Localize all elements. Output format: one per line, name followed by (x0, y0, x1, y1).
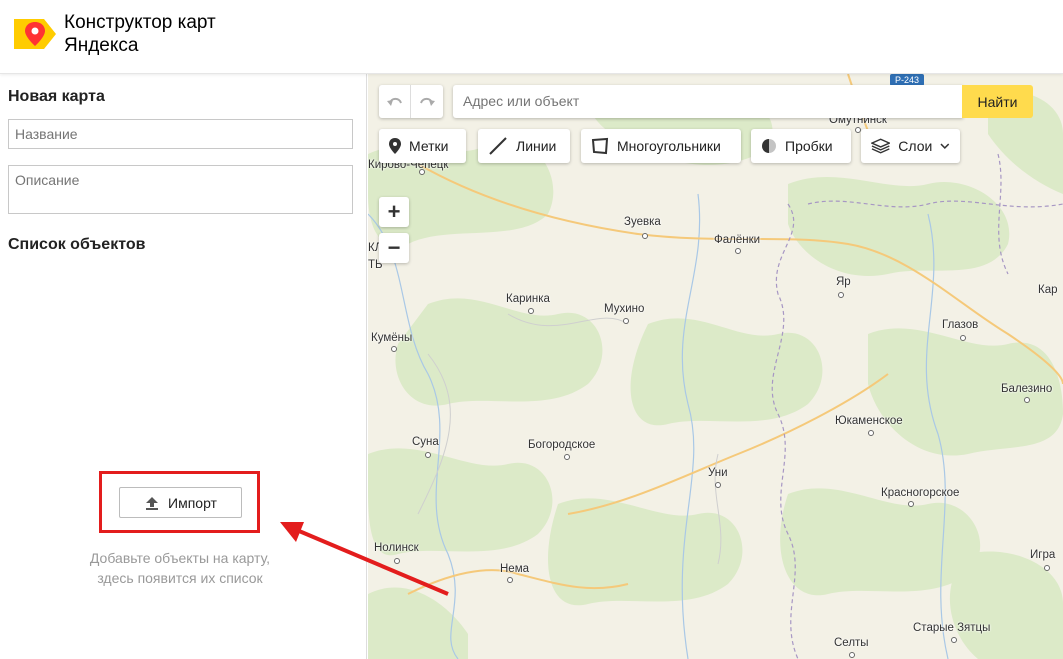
city-dot (735, 248, 741, 254)
undo-button[interactable] (379, 85, 411, 118)
undo-icon (386, 97, 402, 106)
city-label: Кумёны (371, 332, 413, 344)
city-dot (1044, 565, 1050, 571)
city-label: Яр (836, 276, 851, 288)
tool-polygons-button[interactable]: Многоугольники (581, 129, 741, 163)
map-description-input[interactable] (8, 165, 353, 214)
city-label: Старые Зятцы (913, 622, 991, 634)
undo-redo-group (379, 85, 443, 118)
city-label: Суна (412, 436, 439, 448)
import-button[interactable]: Импорт (119, 487, 242, 518)
city-dot (715, 482, 721, 488)
search-button[interactable]: Найти (962, 85, 1033, 118)
city-label: Юкаменское (835, 415, 903, 427)
city-dot (838, 292, 844, 298)
map-canvas[interactable]: Р-243 Омутнинск Кирово-Чепецк Зуевка Фал… (368, 74, 1063, 659)
redo-button[interactable] (411, 85, 443, 118)
city-dot (868, 430, 874, 436)
city-label: Балезино (1001, 383, 1053, 395)
city-label: Уни (708, 467, 728, 479)
tool-markers-button[interactable]: Метки (379, 129, 466, 163)
tool-layers-dropdown[interactable]: Слои (861, 129, 960, 163)
objects-list-heading: Список объектов (8, 236, 146, 253)
zoom-in-button[interactable]: + (379, 197, 409, 227)
address-search-input[interactable] (453, 85, 963, 118)
city-dot (507, 577, 513, 583)
tool-lines-label: Линии (516, 138, 557, 154)
map-pin-icon (389, 138, 401, 154)
chevron-down-icon (940, 143, 950, 149)
tool-traffic-button[interactable]: Пробки (751, 129, 851, 163)
traffic-icon (762, 139, 776, 153)
tool-lines-button[interactable]: Линии (478, 129, 570, 163)
import-button-label: Импорт (168, 494, 217, 511)
empty-list-hint: Добавьте объекты на карту, здесь появитс… (60, 548, 300, 588)
app-title-line1: Конструктор карт (64, 12, 216, 33)
redo-icon (420, 97, 435, 106)
header: Конструктор карт Яндекса (0, 0, 1063, 74)
polygon-icon (591, 137, 609, 155)
city-dot (425, 452, 431, 458)
city-dot (908, 501, 914, 507)
city-dot (391, 346, 397, 352)
new-map-heading: Новая карта (8, 88, 105, 105)
city-label: Нема (500, 563, 530, 575)
map-name-input[interactable] (8, 119, 353, 149)
city-dot (1024, 397, 1030, 403)
tool-markers-label: Метки (409, 138, 449, 154)
city-dot (849, 652, 855, 658)
city-dot (564, 454, 570, 460)
city-label: Зуевка (624, 216, 661, 228)
upload-icon (146, 496, 159, 510)
tool-layers-label: Слои (898, 138, 933, 154)
city-label: Богородское (528, 439, 596, 451)
line-icon (489, 137, 507, 155)
app-title-line2: Яндекса (64, 35, 139, 56)
city-dot (960, 335, 966, 341)
city-label: Глазов (942, 319, 979, 331)
city-label: Кар (1038, 284, 1058, 296)
city-label: Красногорское (881, 487, 960, 499)
city-dot (623, 318, 629, 324)
city-label: Селты (834, 637, 869, 649)
yandex-map-constructor-logo-icon[interactable] (14, 16, 56, 52)
city-dot (528, 308, 534, 314)
tool-polygons-label: Многоугольники (617, 138, 721, 154)
city-dot (642, 233, 648, 239)
tool-traffic-label: Пробки (785, 138, 833, 154)
city-dot (419, 169, 425, 175)
app-window: Конструктор карт Яндекса Новая карта Спи… (0, 0, 1063, 659)
empty-hint-line2: здесь появится их список (97, 570, 263, 586)
city-label: Мухино (604, 303, 645, 315)
empty-hint-line1: Добавьте объекты на карту, (89, 550, 271, 566)
zoom-out-button[interactable]: − (379, 233, 409, 263)
layers-icon (871, 138, 891, 154)
city-label: Фалёнки (714, 234, 761, 246)
city-label: Игра (1030, 549, 1056, 561)
city-dot (951, 637, 957, 643)
annotation-arrow-icon (280, 522, 449, 596)
city-label: Каринка (506, 293, 550, 305)
